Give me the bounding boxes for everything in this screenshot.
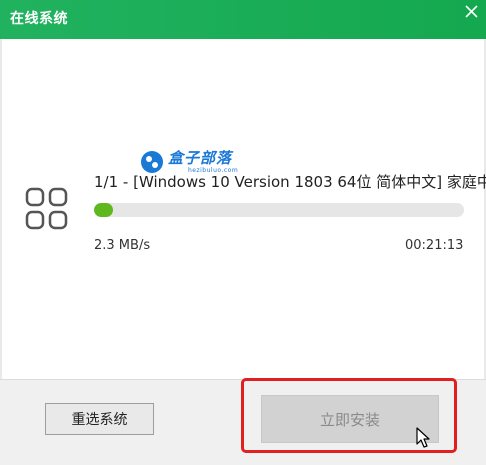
close-button[interactable] (457, 0, 486, 25)
download-speed: 2.3 MB/s (94, 238, 151, 253)
download-time: 00:21:13 (405, 238, 464, 253)
window-title: 在线系统 (10, 11, 68, 27)
close-icon (465, 5, 478, 18)
download-file-title: 1/1 - [Windows 10 Version 1803 64位 简体中文]… (94, 173, 486, 191)
hezi-logo-icon (141, 151, 163, 173)
title-bar[interactable]: 在线系统 (0, 0, 486, 39)
download-progress-fill (94, 203, 113, 217)
content-left-border (0, 39, 2, 379)
online-system-window: 在线系统 盒子部落 hezibuluo.com 1/1 - [Windows 1… (0, 0, 486, 465)
reselect-system-button[interactable]: 重选系统 (45, 403, 154, 435)
install-now-button[interactable]: 立即安装 (261, 395, 439, 443)
grid-apps-icon (24, 187, 71, 232)
watermark-main-text: 盒子部落 (168, 148, 233, 167)
download-progress-bar (94, 203, 464, 217)
